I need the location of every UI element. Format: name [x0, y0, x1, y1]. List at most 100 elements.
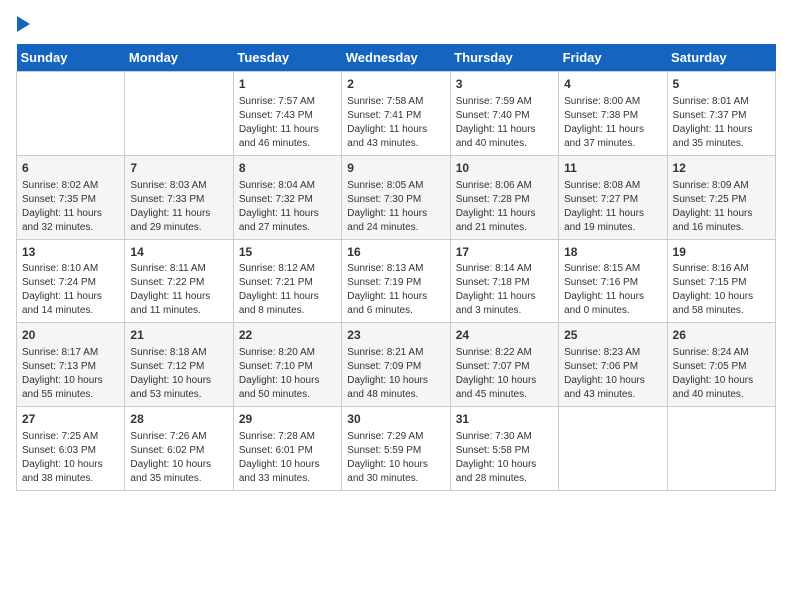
- day-number: 16: [347, 244, 444, 261]
- day-number: 7: [130, 160, 227, 177]
- calendar-cell: 31 Sunrise: 7:30 AM Sunset: 5:58 PM Dayli…: [450, 407, 558, 491]
- day-info: Sunrise: 8:05 AM Sunset: 7:30 PM Dayligh…: [347, 179, 444, 235]
- day-info: Sunrise: 8:24 AM Sunset: 7:05 PM Dayligh…: [673, 346, 770, 402]
- day-info: Sunrise: 7:58 AM Sunset: 7:41 PM Dayligh…: [347, 95, 444, 151]
- calendar-cell: 15Sunrise: 8:12 AM Sunset: 7:21 PM Dayli…: [233, 239, 341, 323]
- calendar-cell: 11 Sunrise: 8:08 AM Sunset: 7:27 PM Dayli…: [559, 155, 667, 239]
- calendar-cell: 13Sunrise: 8:10 AM Sunset: 7:24 PM Dayli…: [17, 239, 125, 323]
- calendar-cell: [125, 72, 233, 156]
- calendar-cell: 26 Sunrise: 8:24 AM Sunset: 7:05 PM Dayli…: [667, 323, 775, 407]
- calendar-cell: 3 Sunrise: 7:59 AM Sunset: 7:40 PM Daylig…: [450, 72, 558, 156]
- calendar-cell: 28 Sunrise: 7:26 AM Sunset: 6:02 PM Dayli…: [125, 407, 233, 491]
- calendar-cell: 24Sunrise: 8:22 AM Sunset: 7:07 PM Dayli…: [450, 323, 558, 407]
- day-info: Sunrise: 8:23 AM Sunset: 7:06 PM Dayligh…: [564, 346, 661, 402]
- day-number: 19: [673, 244, 770, 261]
- day-number: 9: [347, 160, 444, 177]
- day-number: 6: [22, 160, 119, 177]
- calendar-cell: 8 Sunrise: 8:04 AM Sunset: 7:32 PM Daylig…: [233, 155, 341, 239]
- day-info: Sunrise: 8:00 AM Sunset: 7:38 PM Dayligh…: [564, 95, 661, 151]
- day-number: 10: [456, 160, 553, 177]
- day-number: 21: [130, 327, 227, 344]
- day-info: Sunrise: 8:04 AM Sunset: 7:32 PM Dayligh…: [239, 179, 336, 235]
- day-info: Sunrise: 8:03 AM Sunset: 7:33 PM Dayligh…: [130, 179, 227, 235]
- calendar-cell: 1Sunrise: 7:57 AM Sunset: 7:43 PM Daylig…: [233, 72, 341, 156]
- day-info: Sunrise: 8:17 AM Sunset: 7:13 PM Dayligh…: [22, 346, 119, 402]
- calendar-cell: [17, 72, 125, 156]
- day-number: 30: [347, 411, 444, 428]
- day-info: Sunrise: 8:08 AM Sunset: 7:27 PM Dayligh…: [564, 179, 661, 235]
- day-number: 17: [456, 244, 553, 261]
- calendar-cell: 10 Sunrise: 8:06 AM Sunset: 7:28 PM Dayli…: [450, 155, 558, 239]
- day-of-week-header: Wednesday: [342, 44, 450, 72]
- day-number: 28: [130, 411, 227, 428]
- day-info: Sunrise: 8:09 AM Sunset: 7:25 PM Dayligh…: [673, 179, 770, 235]
- day-info: Sunrise: 8:18 AM Sunset: 7:12 PM Dayligh…: [130, 346, 227, 402]
- day-number: 29: [239, 411, 336, 428]
- day-number: 5: [673, 76, 770, 93]
- day-number: 31: [456, 411, 553, 428]
- calendar-cell: 12 Sunrise: 8:09 AM Sunset: 7:25 PM Dayli…: [667, 155, 775, 239]
- day-number: 13: [22, 244, 119, 261]
- day-info: Sunrise: 8:02 AM Sunset: 7:35 PM Dayligh…: [22, 179, 119, 235]
- day-number: 22: [239, 327, 336, 344]
- day-number: 8: [239, 160, 336, 177]
- logo: [16, 16, 30, 32]
- day-info: Sunrise: 7:26 AM Sunset: 6:02 PM Dayligh…: [130, 430, 227, 486]
- day-info: Sunrise: 7:59 AM Sunset: 7:40 PM Dayligh…: [456, 95, 553, 151]
- day-number: 14: [130, 244, 227, 261]
- day-number: 23: [347, 327, 444, 344]
- calendar-cell: 23 Sunrise: 8:21 AM Sunset: 7:09 PM Dayli…: [342, 323, 450, 407]
- day-number: 27: [22, 411, 119, 428]
- calendar-cell: [559, 407, 667, 491]
- day-of-week-header: Thursday: [450, 44, 558, 72]
- calendar-header-row: SundayMondayTuesdayWednesdayThursdayFrid…: [17, 44, 776, 72]
- day-number: 26: [673, 327, 770, 344]
- day-number: 3: [456, 76, 553, 93]
- calendar-cell: 6 Sunrise: 8:02 AM Sunset: 7:35 PM Daylig…: [17, 155, 125, 239]
- calendar-week-row: 13Sunrise: 8:10 AM Sunset: 7:24 PM Dayli…: [17, 239, 776, 323]
- day-number: 12: [673, 160, 770, 177]
- calendar-week-row: 6 Sunrise: 8:02 AM Sunset: 7:35 PM Daylig…: [17, 155, 776, 239]
- day-info: Sunrise: 8:11 AM Sunset: 7:22 PM Dayligh…: [130, 262, 227, 318]
- day-number: 15: [239, 244, 336, 261]
- calendar-cell: 19Sunrise: 8:16 AM Sunset: 7:15 PM Dayli…: [667, 239, 775, 323]
- day-info: Sunrise: 8:20 AM Sunset: 7:10 PM Dayligh…: [239, 346, 336, 402]
- day-number: 4: [564, 76, 661, 93]
- calendar-cell: 27 Sunrise: 7:25 AM Sunset: 6:03 PM Dayli…: [17, 407, 125, 491]
- day-number: 25: [564, 327, 661, 344]
- day-info: Sunrise: 8:06 AM Sunset: 7:28 PM Dayligh…: [456, 179, 553, 235]
- day-number: 18: [564, 244, 661, 261]
- day-of-week-header: Tuesday: [233, 44, 341, 72]
- calendar-week-row: 20 Sunrise: 8:17 AM Sunset: 7:13 PM Dayli…: [17, 323, 776, 407]
- day-info: Sunrise: 8:15 AM Sunset: 7:16 PM Dayligh…: [564, 262, 661, 318]
- day-info: Sunrise: 8:01 AM Sunset: 7:37 PM Dayligh…: [673, 95, 770, 151]
- day-info: Sunrise: 8:14 AM Sunset: 7:18 PM Dayligh…: [456, 262, 553, 318]
- day-number: 20: [22, 327, 119, 344]
- calendar-cell: 14Sunrise: 8:11 AM Sunset: 7:22 PM Dayli…: [125, 239, 233, 323]
- day-info: Sunrise: 8:13 AM Sunset: 7:19 PM Dayligh…: [347, 262, 444, 318]
- day-info: Sunrise: 8:12 AM Sunset: 7:21 PM Dayligh…: [239, 262, 336, 318]
- calendar-cell: 29 Sunrise: 7:28 AM Sunset: 6:01 PM Dayli…: [233, 407, 341, 491]
- day-of-week-header: Friday: [559, 44, 667, 72]
- day-number: 11: [564, 160, 661, 177]
- day-info: Sunrise: 8:16 AM Sunset: 7:15 PM Dayligh…: [673, 262, 770, 318]
- calendar-table: SundayMondayTuesdayWednesdayThursdayFrid…: [16, 44, 776, 491]
- calendar-week-row: 27 Sunrise: 7:25 AM Sunset: 6:03 PM Dayli…: [17, 407, 776, 491]
- day-info: Sunrise: 7:28 AM Sunset: 6:01 PM Dayligh…: [239, 430, 336, 486]
- day-info: Sunrise: 8:10 AM Sunset: 7:24 PM Dayligh…: [22, 262, 119, 318]
- page-header: [16, 16, 776, 32]
- calendar-cell: 20 Sunrise: 8:17 AM Sunset: 7:13 PM Dayli…: [17, 323, 125, 407]
- calendar-cell: 9 Sunrise: 8:05 AM Sunset: 7:30 PM Daylig…: [342, 155, 450, 239]
- calendar-cell: 22 Sunrise: 8:20 AM Sunset: 7:10 PM Dayli…: [233, 323, 341, 407]
- day-info: Sunrise: 7:30 AM Sunset: 5:58 PM Dayligh…: [456, 430, 553, 486]
- day-of-week-header: Saturday: [667, 44, 775, 72]
- logo-chevron-icon: [17, 16, 30, 32]
- day-number: 2: [347, 76, 444, 93]
- day-of-week-header: Sunday: [17, 44, 125, 72]
- calendar-cell: 7 Sunrise: 8:03 AM Sunset: 7:33 PM Daylig…: [125, 155, 233, 239]
- calendar-cell: 4 Sunrise: 8:00 AM Sunset: 7:38 PM Daylig…: [559, 72, 667, 156]
- day-number: 24: [456, 327, 553, 344]
- day-info: Sunrise: 7:25 AM Sunset: 6:03 PM Dayligh…: [22, 430, 119, 486]
- day-info: Sunrise: 8:21 AM Sunset: 7:09 PM Dayligh…: [347, 346, 444, 402]
- calendar-week-row: 1Sunrise: 7:57 AM Sunset: 7:43 PM Daylig…: [17, 72, 776, 156]
